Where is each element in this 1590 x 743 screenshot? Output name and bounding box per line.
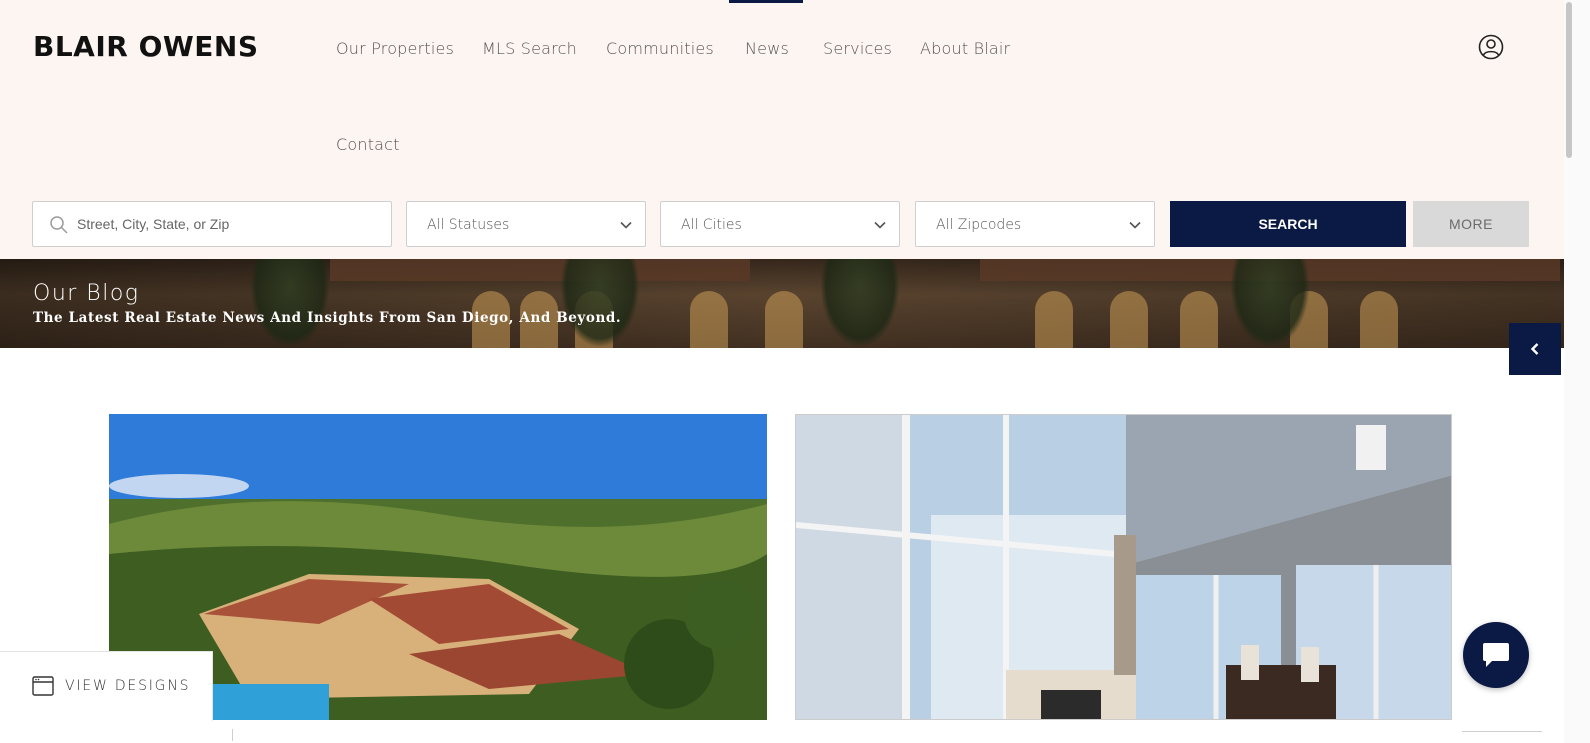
nav-active-indicator xyxy=(729,0,803,3)
bottom-strip xyxy=(0,721,1564,743)
site-logo[interactable]: BLAIR OWENS xyxy=(33,30,259,63)
browser-window-icon xyxy=(32,676,54,696)
chat-bubble-icon xyxy=(1483,643,1509,667)
nav-contact[interactable]: Contact xyxy=(336,135,400,154)
chevron-down-icon xyxy=(874,221,886,229)
page-subtitle: The Latest Real Estate News And Insights… xyxy=(33,310,622,326)
zipcode-select[interactable]: All Zipcodes xyxy=(915,201,1155,247)
scrollbar-thumb[interactable] xyxy=(1566,2,1572,158)
page-title: Our Blog xyxy=(33,281,140,306)
blog-post-image[interactable] xyxy=(795,414,1452,720)
chat-button[interactable] xyxy=(1463,622,1529,688)
nav-communities[interactable]: Communities xyxy=(606,39,714,58)
view-designs-label: VIEW DESIGNS xyxy=(65,678,191,694)
nav-our-properties[interactable]: Our Properties xyxy=(336,39,454,58)
city-select-value: All Cities xyxy=(681,217,742,233)
chevron-left-icon xyxy=(1530,343,1539,355)
search-input[interactable] xyxy=(77,202,377,246)
status-select[interactable]: All Statuses xyxy=(406,201,646,247)
site-header: BLAIR OWENS Our Properties MLS Search Co… xyxy=(0,0,1564,259)
search-field[interactable] xyxy=(32,201,392,247)
search-button[interactable]: SEARCH xyxy=(1170,201,1406,247)
nav-mls-search[interactable]: MLS Search xyxy=(482,39,577,58)
nav-services[interactable]: Services xyxy=(823,39,892,58)
condo-interior-photo xyxy=(796,415,1451,719)
user-circle-icon[interactable] xyxy=(1478,34,1504,60)
chevron-down-icon xyxy=(1129,221,1141,229)
nav-about-blair[interactable]: About Blair xyxy=(920,39,1010,58)
nav-news[interactable]: News xyxy=(745,39,789,58)
side-panel-toggle[interactable] xyxy=(1509,323,1561,375)
more-button[interactable]: MORE xyxy=(1413,201,1529,247)
blog-hero-banner xyxy=(0,259,1564,348)
status-select-value: All Statuses xyxy=(427,217,510,233)
search-icon xyxy=(50,216,68,234)
view-designs-button[interactable]: VIEW DESIGNS xyxy=(0,651,213,721)
chevron-down-icon xyxy=(620,221,632,229)
zipcode-select-value: All Zipcodes xyxy=(936,217,1022,233)
city-select[interactable]: All Cities xyxy=(660,201,900,247)
